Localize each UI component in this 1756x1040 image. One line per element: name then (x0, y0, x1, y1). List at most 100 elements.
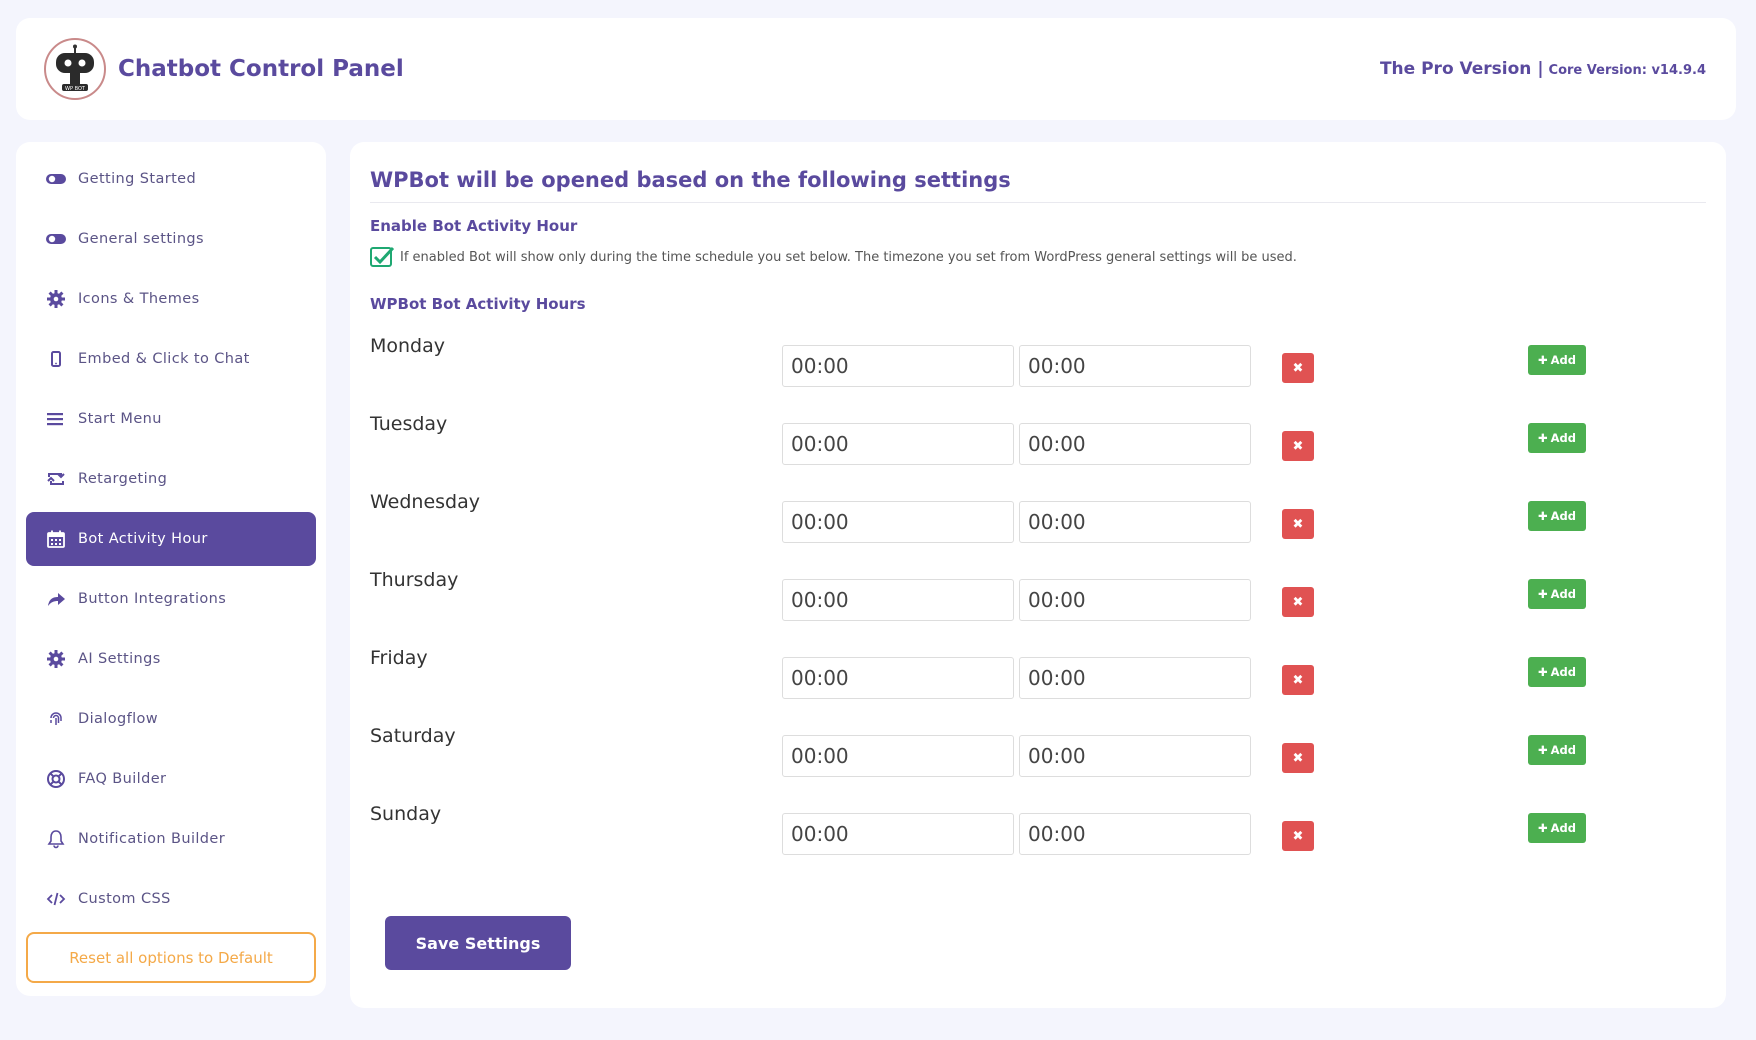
code-icon (46, 892, 66, 906)
check-icon (373, 246, 395, 265)
day-row-saturday: Saturday ✖ ✚Add (370, 717, 1706, 795)
sidebar-item-custom-css[interactable]: Custom CSS (26, 872, 316, 926)
start-time-input[interactable] (782, 423, 1014, 465)
sidebar-item-getting-started[interactable]: Getting Started (26, 152, 316, 206)
start-time-input[interactable] (782, 735, 1014, 777)
end-time-input[interactable] (1019, 423, 1251, 465)
day-label: Monday (370, 335, 446, 357)
sidebar-item-faq-builder[interactable]: FAQ Builder (26, 752, 316, 806)
add-label: Add (1550, 509, 1576, 523)
add-label: Add (1550, 431, 1576, 445)
plus-icon: ✚ (1537, 509, 1548, 523)
close-icon: ✖ (1292, 360, 1304, 376)
start-time-input[interactable] (782, 579, 1014, 621)
sidebar-item-icons-themes[interactable]: Icons & Themes (26, 272, 316, 326)
enable-activity-hour-heading: Enable Bot Activity Hour (370, 217, 578, 235)
sidebar-item-embed-click-to-chat[interactable]: Embed & Click to Chat (26, 332, 316, 386)
sidebar-item-dialogflow[interactable]: Dialogflow (26, 692, 316, 746)
add-label: Add (1550, 821, 1576, 835)
end-time-input[interactable] (1019, 345, 1251, 387)
start-time-input[interactable] (782, 657, 1014, 699)
gear-icon (47, 290, 65, 308)
sidebar-item-label: General settings (78, 231, 204, 247)
end-time-input[interactable] (1019, 657, 1251, 699)
sidebar-item-ai-settings[interactable]: AI Settings (26, 632, 316, 686)
sidebar-item-start-menu[interactable]: Start Menu (26, 392, 316, 446)
start-time-input[interactable] (782, 501, 1014, 543)
sidebar-item-label: Bot Activity Hour (78, 531, 208, 547)
main-panel: WPBot will be opened based on the follow… (350, 142, 1726, 1008)
sidebar-item-general-settings[interactable]: General settings (26, 212, 316, 266)
add-time-button[interactable]: ✚ Add (1528, 345, 1586, 375)
day-row-thursday: Thursday ✖ ✚Add (370, 561, 1706, 639)
plus-icon: ✚ (1537, 587, 1548, 601)
day-label: Thursday (370, 569, 459, 591)
close-icon: ✖ (1292, 594, 1304, 610)
sidebar-item-label: Notification Builder (78, 831, 226, 847)
sidebar-item-label: Icons & Themes (78, 291, 200, 307)
plus-icon: ✚ (1537, 743, 1548, 757)
delete-time-button[interactable]: ✖ (1282, 821, 1314, 851)
calendar-icon (47, 530, 65, 548)
reset-defaults-button[interactable]: Reset all options to Default (26, 932, 316, 983)
delete-time-button[interactable]: ✖ (1282, 743, 1314, 773)
delete-time-button[interactable]: ✖ (1282, 665, 1314, 695)
header-bar: WP BOT Chatbot Control Panel The Pro Ver… (16, 18, 1736, 120)
sidebar-item-label: Embed & Click to Chat (78, 351, 250, 367)
delete-time-button[interactable]: ✖ (1282, 431, 1314, 461)
day-label: Wednesday (370, 491, 481, 513)
toggle-icon (46, 234, 66, 244)
add-time-button[interactable]: ✚ Add (1528, 735, 1586, 765)
sidebar-item-label: Retargeting (78, 471, 168, 487)
close-icon: ✖ (1292, 672, 1304, 688)
close-icon: ✖ (1292, 750, 1304, 766)
sidebar: Getting Started General settings Icons &… (16, 142, 326, 996)
sidebar-item-bot-activity-hour[interactable]: Bot Activity Hour (26, 512, 316, 566)
add-time-button[interactable]: ✚ Add (1528, 813, 1586, 843)
plus-icon: ✚ (1537, 665, 1548, 679)
add-time-button[interactable]: ✚ Add (1528, 579, 1586, 609)
plus-icon: ✚ (1537, 353, 1548, 367)
page-title: WPBot will be opened based on the follow… (370, 168, 1706, 203)
day-label: Friday (370, 647, 428, 669)
end-time-input[interactable] (1019, 813, 1251, 855)
sidebar-item-label: AI Settings (78, 651, 161, 667)
enable-activity-hour-row: If enabled Bot will show only during the… (370, 246, 1706, 267)
plus-icon: ✚ (1537, 431, 1548, 445)
end-time-input[interactable] (1019, 735, 1251, 777)
end-time-input[interactable] (1019, 501, 1251, 543)
version-info: The Pro Version | Core Version: v14.9.4 (1380, 59, 1706, 79)
day-label: Sunday (370, 803, 442, 825)
day-row-wednesday: Wednesday ✖ ✚Add (370, 483, 1706, 561)
activity-hours-heading: WPBot Bot Activity Hours (370, 295, 586, 313)
add-label: Add (1550, 587, 1576, 601)
sidebar-item-retargeting[interactable]: Retargeting (26, 452, 316, 506)
add-time-button[interactable]: ✚ Add (1528, 423, 1586, 453)
enable-activity-hour-checkbox[interactable] (370, 246, 395, 267)
start-time-input[interactable] (782, 813, 1014, 855)
end-time-input[interactable] (1019, 579, 1251, 621)
retweet-icon (47, 473, 65, 485)
mobile-icon (51, 351, 61, 367)
close-icon: ✖ (1292, 438, 1304, 454)
start-time-input[interactable] (782, 345, 1014, 387)
add-label: Add (1550, 743, 1576, 757)
robot-logo-icon: WP BOT (56, 44, 94, 92)
day-label: Saturday (370, 725, 456, 747)
sidebar-item-notification-builder[interactable]: Notification Builder (26, 812, 316, 866)
delete-time-button[interactable]: ✖ (1282, 587, 1314, 617)
share-icon (48, 593, 65, 606)
life-ring-icon (47, 770, 65, 788)
sidebar-item-button-integrations[interactable]: Button Integrations (26, 572, 316, 626)
day-row-friday: Friday ✖ ✚Add (370, 639, 1706, 717)
sidebar-item-label: Dialogflow (78, 711, 159, 727)
sidebar-item-label: Button Integrations (78, 591, 227, 607)
logo: WP BOT (44, 38, 106, 100)
add-time-button[interactable]: ✚ Add (1528, 501, 1586, 531)
delete-time-button[interactable]: ✖ (1282, 509, 1314, 539)
app-title: Chatbot Control Panel (118, 56, 404, 82)
save-settings-button[interactable]: Save Settings (385, 916, 571, 970)
gear-icon (47, 650, 65, 668)
add-time-button[interactable]: ✚ Add (1528, 657, 1586, 687)
delete-time-button[interactable]: ✖ (1282, 353, 1314, 383)
